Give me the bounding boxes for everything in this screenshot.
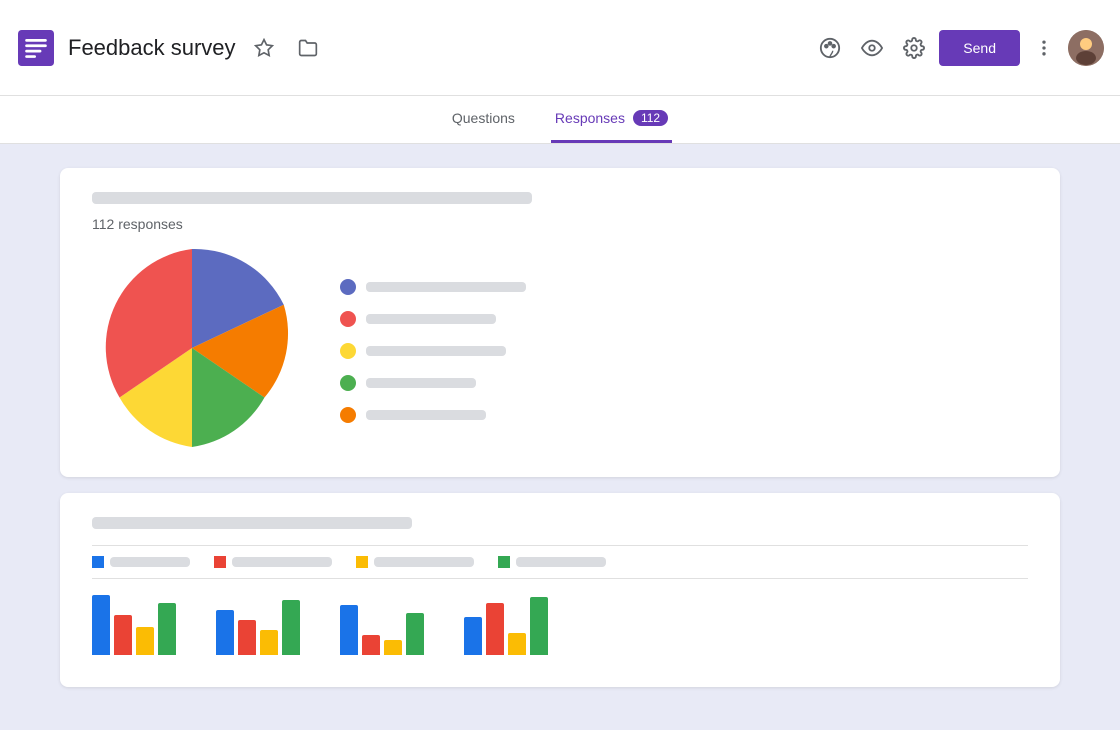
legend-item-4 bbox=[340, 375, 1028, 391]
bar-legend-1 bbox=[92, 556, 190, 568]
legend-label-bar-5 bbox=[366, 410, 486, 420]
legend-item-1 bbox=[340, 279, 1028, 295]
settings-button[interactable] bbox=[897, 31, 931, 65]
chart-legend-row bbox=[92, 545, 1028, 579]
bar-3-2 bbox=[362, 635, 380, 655]
question-title-bar-2 bbox=[92, 517, 412, 529]
responses-count: 112 responses bbox=[92, 216, 1028, 232]
bar-2-3 bbox=[260, 630, 278, 655]
tab-questions[interactable]: Questions bbox=[448, 96, 519, 143]
bar-3-1 bbox=[340, 605, 358, 655]
bar-legend-label-3 bbox=[374, 557, 474, 567]
bar-1-1 bbox=[92, 595, 110, 655]
chart-section bbox=[92, 248, 1028, 453]
bar-4-2 bbox=[486, 603, 504, 655]
bar-legend-square-red bbox=[214, 556, 226, 568]
header-left: Feedback survey bbox=[16, 28, 813, 68]
bar-legend-3 bbox=[356, 556, 474, 568]
bar-legend-label-1 bbox=[110, 557, 190, 567]
bar-group-4 bbox=[464, 597, 548, 655]
avatar[interactable] bbox=[1068, 30, 1104, 66]
bar-legend-square-blue bbox=[92, 556, 104, 568]
legend-label-bar-4 bbox=[366, 378, 476, 388]
bar-chart-row bbox=[92, 595, 1028, 663]
question-title-bar bbox=[92, 192, 532, 204]
main-content: 112 responses bbox=[0, 144, 1120, 730]
bar-4-3 bbox=[508, 633, 526, 655]
send-button[interactable]: Send bbox=[939, 30, 1020, 66]
more-button[interactable] bbox=[1028, 32, 1060, 64]
bar-3-4 bbox=[406, 613, 424, 655]
bar-group-2 bbox=[216, 600, 300, 655]
legend-item-3 bbox=[340, 343, 1028, 359]
bar-4-1 bbox=[464, 617, 482, 655]
bar-legend-label-2 bbox=[232, 557, 332, 567]
legend-dot-yellow bbox=[340, 343, 356, 359]
page-title: Feedback survey bbox=[68, 35, 236, 61]
legend-dot-blue bbox=[340, 279, 356, 295]
pie-chart-card: 112 responses bbox=[60, 168, 1060, 477]
legend-label-bar-2 bbox=[366, 314, 496, 324]
bar-legend-4 bbox=[498, 556, 606, 568]
legend-item-2 bbox=[340, 311, 1028, 327]
bar-legend-square-yellow bbox=[356, 556, 368, 568]
bar-legend-square-green bbox=[498, 556, 510, 568]
bar-1-2 bbox=[114, 615, 132, 655]
palette-button[interactable] bbox=[813, 31, 847, 65]
bar-1-3 bbox=[136, 627, 154, 655]
bar-2-2 bbox=[238, 620, 256, 655]
bar-group-1 bbox=[92, 595, 176, 655]
legend-label-bar-3 bbox=[366, 346, 506, 356]
tab-responses[interactable]: Responses 112 bbox=[551, 96, 672, 143]
legend-dot-green bbox=[340, 375, 356, 391]
tabs-nav: Questions Responses 112 bbox=[0, 96, 1120, 144]
bar-legend-label-4 bbox=[516, 557, 606, 567]
pie-legend bbox=[340, 279, 1028, 423]
legend-dot-red bbox=[340, 311, 356, 327]
header-right: Send bbox=[813, 30, 1104, 66]
folder-button[interactable] bbox=[292, 32, 324, 64]
pie-chart bbox=[92, 248, 292, 453]
legend-item-5 bbox=[340, 407, 1028, 423]
bar-4-4 bbox=[530, 597, 548, 655]
bar-group-3 bbox=[340, 605, 424, 655]
bar-2-1 bbox=[216, 610, 234, 655]
bar-legend-2 bbox=[214, 556, 332, 568]
bar-chart-card bbox=[60, 493, 1060, 687]
doc-icon bbox=[16, 28, 56, 68]
legend-label-bar-1 bbox=[366, 282, 526, 292]
preview-button[interactable] bbox=[855, 31, 889, 65]
response-count-badge: 112 bbox=[633, 110, 668, 126]
bar-3-3 bbox=[384, 640, 402, 655]
legend-dot-orange bbox=[340, 407, 356, 423]
star-button[interactable] bbox=[248, 32, 280, 64]
bar-1-4 bbox=[158, 603, 176, 655]
bar-2-4 bbox=[282, 600, 300, 655]
header: Feedback survey bbox=[0, 0, 1120, 96]
